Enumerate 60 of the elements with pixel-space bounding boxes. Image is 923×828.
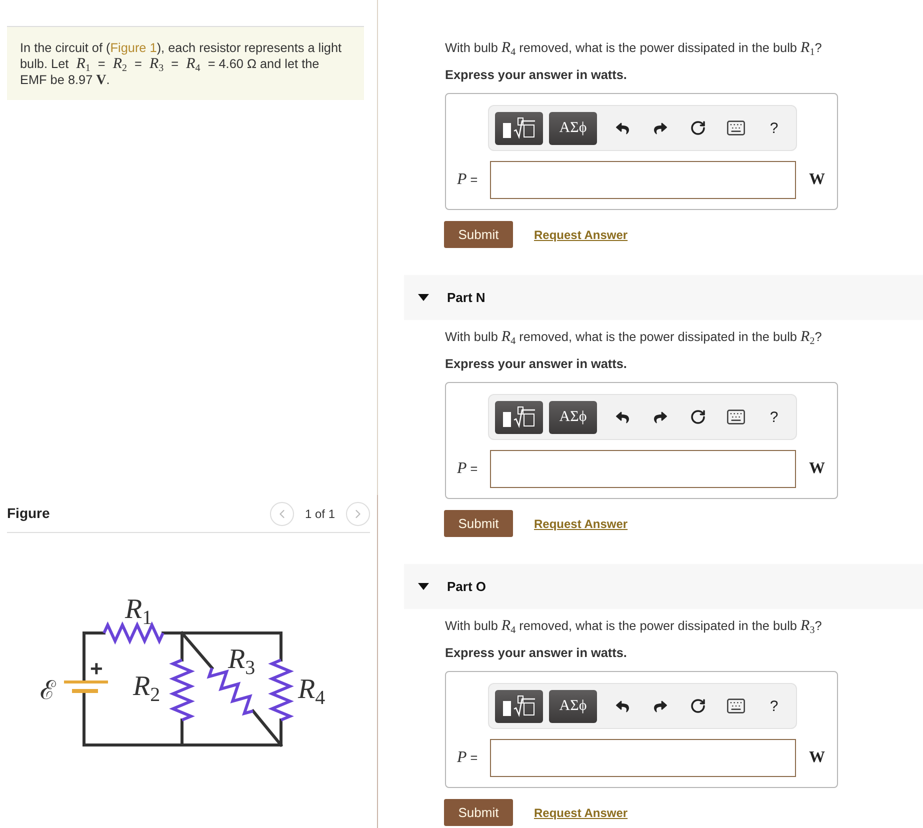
root-template-icon xyxy=(502,117,536,139)
undo-icon[interactable] xyxy=(616,700,628,712)
unit-label: W xyxy=(809,459,825,479)
request-answer-link[interactable]: Request Answer xyxy=(534,226,628,244)
symbols-button[interactable]: ΑΣϕ xyxy=(549,400,597,434)
part-header[interactable]: Part N xyxy=(404,275,923,320)
undo-icon[interactable] xyxy=(616,410,628,424)
emf-label: ℰ xyxy=(40,676,56,706)
page-counter: 1 of 1 xyxy=(304,506,335,522)
symbols-button[interactable]: ΑΣϕ xyxy=(549,112,597,144)
wire xyxy=(82,632,106,684)
help-button[interactable]: ? xyxy=(770,120,778,136)
redo-icon[interactable] xyxy=(654,700,666,712)
request-answer-link[interactable]: Request Answer xyxy=(534,804,628,822)
templates-button[interactable] xyxy=(495,112,543,144)
unit-label: W xyxy=(809,170,825,190)
reset-icon[interactable] xyxy=(690,698,706,714)
root-template-icon xyxy=(502,695,536,717)
answer-label: P = xyxy=(456,459,479,479)
figure-title: Figure xyxy=(7,504,50,523)
answer-label: P = xyxy=(456,748,479,768)
instruction-text: Express your answer in watts. xyxy=(445,645,628,661)
instruction-text: Express your answer in watts. xyxy=(445,67,628,83)
request-answer-link[interactable]: Request Answer xyxy=(534,514,628,532)
battery-symbol xyxy=(64,680,108,693)
keyboard-icon[interactable] xyxy=(726,407,746,427)
templates-button[interactable] xyxy=(495,400,543,434)
question-text: With bulb R$_{4}$ removed, what is the power dissipated in the bulb R$_{3}$? xyxy=(445,618,823,634)
resistor-label: R$_{3}$ xyxy=(228,644,256,679)
resistor-label: R$_{2}$ xyxy=(133,671,160,706)
unit-label: W xyxy=(809,748,825,768)
resistor-zigzag xyxy=(169,658,195,722)
help-button[interactable]: ? xyxy=(770,410,778,424)
undo-icon[interactable] xyxy=(616,122,628,134)
answer-field[interactable] xyxy=(490,161,796,199)
answer-field[interactable] xyxy=(490,450,796,488)
question-text: With bulb R$_{4}$ removed, what is the power dissipated in the bulb R$_{1}$? xyxy=(445,40,823,56)
plus-sign: + xyxy=(90,656,103,681)
part-header[interactable]: Part O xyxy=(404,564,923,609)
resistor-label: R$_{1}$ xyxy=(125,594,152,629)
instruction-text: Express your answer in watts. xyxy=(445,356,628,372)
question-text: With bulb R$_{4}$ removed, what is the power dissipated in the bulb R$_{2}$? xyxy=(445,329,823,345)
resistor-zigzag xyxy=(268,658,294,722)
submit-button[interactable]: Submit xyxy=(444,799,513,826)
reset-icon[interactable] xyxy=(690,120,706,136)
submit-button[interactable]: Submit xyxy=(444,221,513,248)
keyboard-icon[interactable] xyxy=(726,696,746,716)
answer-label: P = xyxy=(456,170,479,190)
help-button[interactable]: ? xyxy=(770,698,778,714)
resistor-label: R$_{4}$ xyxy=(298,674,326,709)
redo-icon[interactable] xyxy=(654,410,666,424)
reset-icon[interactable] xyxy=(690,409,706,425)
symbols-button[interactable]: ΑΣϕ xyxy=(549,690,597,722)
answer-field[interactable] xyxy=(490,739,796,777)
root-template-icon xyxy=(502,406,536,428)
problem-text: In the circuit of (Figure 1), each resistor represents a light bulb. Let R$_{1}$ = R$_{2}$ = R$_{3}$ = R$_{4}$ = 4.60 Ω and let the EMF be 8.97 V. xyxy=(20,40,343,89)
submit-button[interactable]: Submit xyxy=(444,510,513,537)
redo-icon[interactable] xyxy=(654,122,666,134)
templates-button[interactable] xyxy=(495,690,543,722)
keyboard-icon[interactable] xyxy=(726,118,746,138)
